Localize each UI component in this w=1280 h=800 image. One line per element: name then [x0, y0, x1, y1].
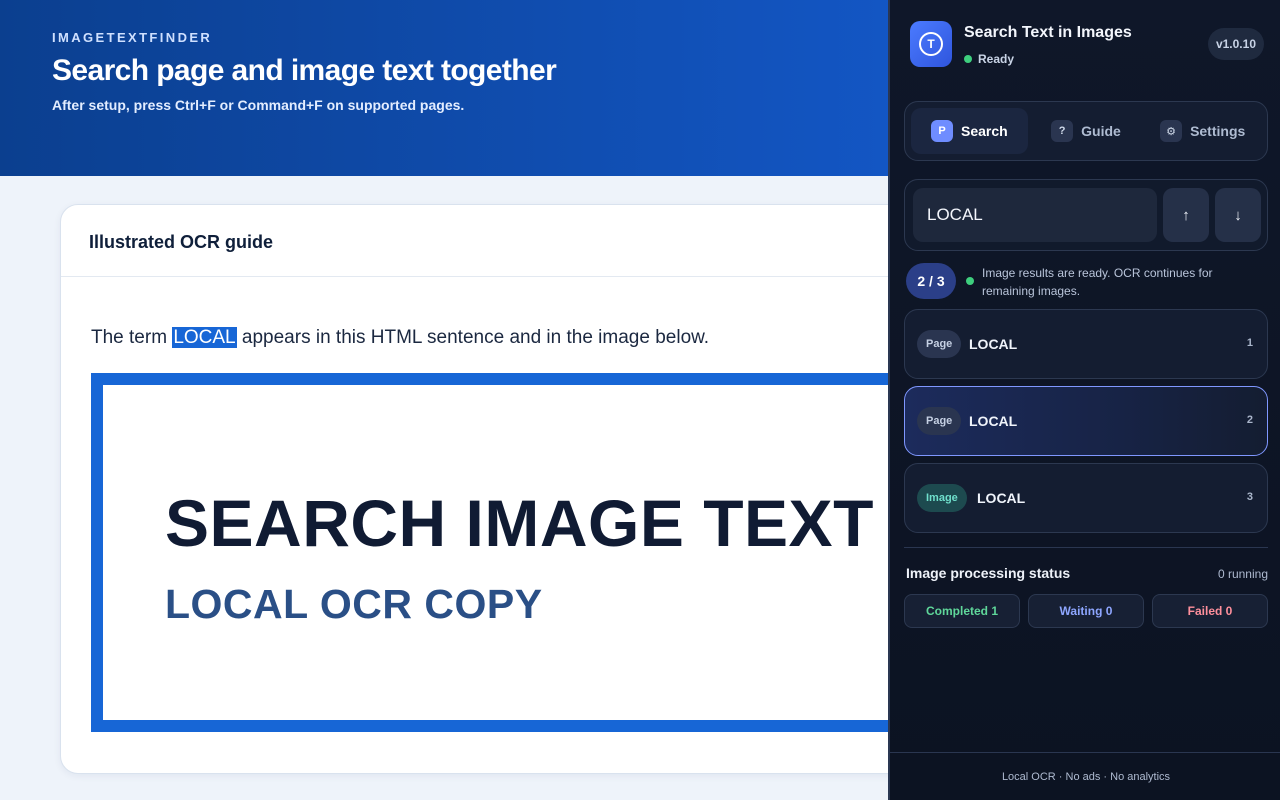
extension-panel: T Search Text in Images Ready v1.0.10 P …: [888, 0, 1280, 800]
app-logo-letter: T: [919, 32, 943, 56]
result-index: 2: [1246, 414, 1253, 426]
search-input[interactable]: [913, 188, 1157, 242]
result-source-badge: Image: [917, 484, 967, 512]
app-logo-icon: T: [910, 21, 952, 67]
tab-settings[interactable]: ⚙ Settings: [1144, 108, 1261, 154]
tab-guide[interactable]: ? Guide: [1028, 108, 1145, 154]
highlighted-match: LOCAL: [172, 327, 237, 348]
result-source-badge: Page: [917, 330, 962, 358]
search-box: ↑ ↓: [904, 179, 1268, 251]
version-badge: v1.0.10: [1207, 28, 1264, 60]
guide-card: Illustrated OCR guide The term LOCAL app…: [60, 204, 960, 774]
status-dot-icon: [964, 55, 972, 63]
panel-footer: Local OCR · No ads · No analytics: [890, 752, 1280, 800]
result-text: LOCAL: [969, 413, 1018, 429]
ocr-status-message: Image results are ready. OCR continues f…: [982, 266, 1213, 298]
waiting-count-badge: Waiting 0: [1028, 594, 1144, 628]
page-subtitle: After setup, press Ctrl+F or Command+F o…: [52, 97, 465, 113]
sentence-before: The term: [91, 327, 173, 348]
search-tab-icon: P: [930, 120, 953, 142]
app-title: Search Text in Images: [964, 24, 1132, 41]
status-indicator: Ready: [964, 52, 1014, 66]
status-text: Ready: [978, 52, 1015, 66]
tab-label: Search: [960, 123, 1008, 139]
section-divider: [904, 547, 1268, 548]
result-index: 1: [1246, 337, 1253, 349]
result-item[interactable]: Page LOCAL 1: [904, 309, 1268, 379]
result-text: LOCAL: [969, 336, 1018, 352]
completed-count-badge: Completed 1: [904, 594, 1020, 628]
match-count-badge: 2 / 3: [906, 263, 956, 299]
page-title: Search page and image text together: [52, 54, 557, 87]
tab-label: Settings: [1190, 123, 1246, 139]
card-title: Illustrated OCR guide: [89, 232, 274, 252]
result-item[interactable]: Image LOCAL 3: [904, 463, 1268, 533]
help-icon: ?: [1051, 120, 1074, 142]
ocr-sample-image: SEARCH IMAGE TEXT LOCAL OCR COPY: [91, 373, 959, 732]
failed-count-badge: Failed 0: [1152, 594, 1268, 628]
image-text-line-2: LOCAL OCR COPY: [165, 581, 543, 627]
result-source-badge: Page: [917, 407, 962, 435]
sentence-after: appears in this HTML sentence and in the…: [236, 327, 710, 348]
brand-name: IMAGETEXTFINDER: [52, 30, 213, 45]
tab-search[interactable]: P Search: [911, 108, 1028, 154]
guide-sentence[interactable]: The term LOCAL appears in this HTML sent…: [91, 327, 709, 349]
image-text-line-1: SEARCH IMAGE TEXT: [165, 486, 874, 560]
result-index: 3: [1246, 491, 1253, 503]
arrow-down-icon: ↓: [1234, 206, 1242, 224]
previous-match-button[interactable]: ↑: [1163, 188, 1209, 242]
result-text: LOCAL: [977, 490, 1026, 506]
card-header: Illustrated OCR guide: [61, 205, 959, 277]
running-count: 0 running: [1217, 567, 1268, 581]
tab-label: Guide: [1081, 123, 1121, 139]
processing-title: Image processing status: [906, 565, 1071, 581]
gear-icon: ⚙: [1160, 120, 1183, 142]
tab-bar: P Search ? Guide ⚙ Settings: [904, 101, 1268, 161]
next-match-button[interactable]: ↓: [1215, 188, 1261, 242]
arrow-up-icon: ↑: [1182, 206, 1190, 224]
result-item-active[interactable]: Page LOCAL 2: [904, 386, 1268, 456]
ocr-status-dot-icon: [966, 277, 974, 285]
